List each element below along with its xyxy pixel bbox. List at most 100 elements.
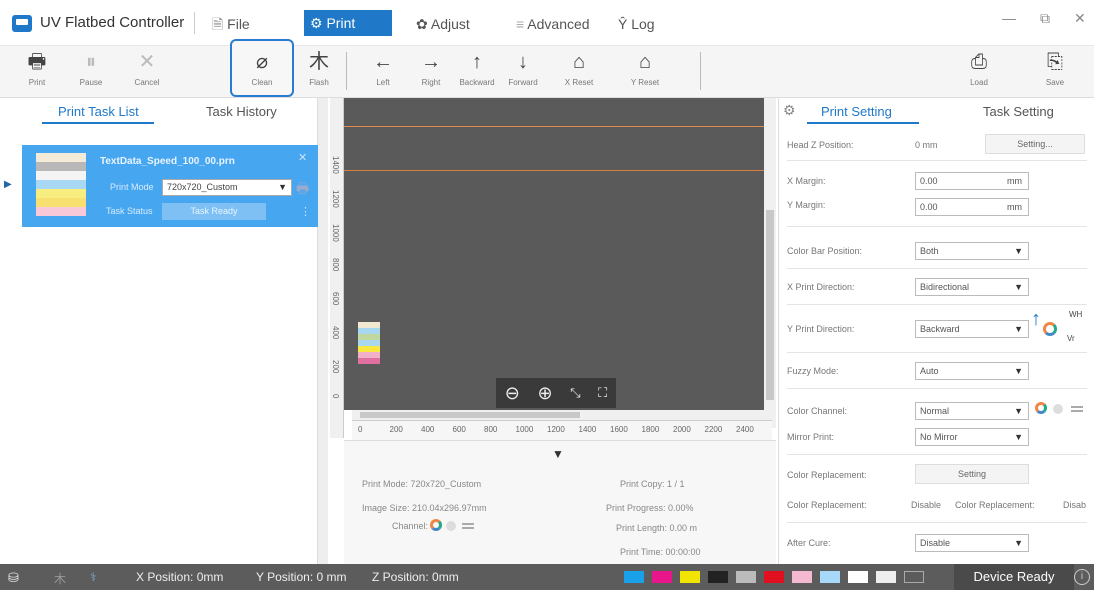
collapse-icon[interactable]: ▼ <box>552 447 564 461</box>
ruler-y-label: 400 <box>331 326 340 340</box>
info-icon[interactable]: i <box>1074 569 1090 585</box>
y-reset-button[interactable]: ⌂ Y Reset <box>624 48 666 96</box>
left-scrollbar[interactable] <box>318 98 328 564</box>
printer-icon[interactable]: 🖶 <box>296 178 309 202</box>
menu-advanced[interactable]: ≡ Advanced <box>516 14 590 34</box>
head-z-value: 0 mm <box>915 140 938 150</box>
save-button[interactable]: ⎘ Save <box>1034 48 1076 96</box>
y-margin-input[interactable]: 0.00 mm <box>915 198 1029 216</box>
thumbnail-stripe <box>36 207 86 216</box>
document-icon: 🗎 <box>212 16 228 32</box>
settings-panel: ⚙ Print Setting Task Setting Head Z Posi… <box>778 98 1094 564</box>
printer-icon: 🖶 <box>27 51 47 73</box>
info-print-length: Print Length: 0.00 m <box>616 523 698 533</box>
x-reset-button[interactable]: ⌂ X Reset <box>558 48 600 96</box>
white-channel-icon[interactable] <box>1053 404 1063 414</box>
forward-button[interactable]: ↓ Forward <box>502 48 544 96</box>
direction-arrow-icon: ↑ <box>1031 308 1041 330</box>
preview-stripe <box>358 358 380 364</box>
x-direction-select[interactable]: Bidirectional <box>915 278 1029 296</box>
device-status: Device Ready <box>954 564 1074 590</box>
x-margin-input[interactable]: 0.00 mm <box>915 172 1029 190</box>
print-mode-select[interactable]: 720x720_Custom <box>162 179 292 196</box>
backward-button[interactable]: ↑ Backward <box>456 48 498 96</box>
color-channel-icon[interactable] <box>1035 402 1047 414</box>
info-icon[interactable]: ⋮ <box>300 205 311 218</box>
settings-gear-icon[interactable]: ⚙ <box>783 102 796 119</box>
y-direction-select[interactable]: Backward <box>915 320 1029 338</box>
fit-icon[interactable]: ⤡ <box>570 385 580 401</box>
left-button[interactable]: ← Left <box>362 48 404 96</box>
after-cure-select[interactable]: Disable <box>915 534 1029 552</box>
clean-button[interactable]: ⌀ Clean <box>230 39 294 97</box>
remove-task-icon[interactable]: ✕ <box>298 151 307 164</box>
mirror-print-label: Mirror Print: <box>787 432 834 442</box>
thumbnail-stripe <box>36 180 86 189</box>
network-icon: ⛁ <box>8 570 19 585</box>
ruler-x-label: 1200 <box>547 425 565 434</box>
expand-arrow-icon[interactable]: ▶ <box>4 179 12 190</box>
fullscreen-icon[interactable]: ⛶ <box>598 385 607 401</box>
color-replacement-button[interactable]: Setting <box>915 464 1029 484</box>
color-order-icon <box>1043 322 1057 336</box>
tab-task-history[interactable]: Task History <box>206 104 277 119</box>
zoom-out-icon[interactable]: ⊖ <box>505 383 520 404</box>
ruler-x-label: 1600 <box>610 425 628 434</box>
tab-task-setting[interactable]: Task Setting <box>983 104 1054 119</box>
ink-swatch <box>904 571 924 583</box>
color-channel-icon[interactable] <box>430 519 442 531</box>
print-canvas[interactable] <box>344 98 764 410</box>
right-button[interactable]: → Right <box>410 48 452 96</box>
adjust-icon: ✿ <box>416 16 431 32</box>
canvas-hscroll-thumb[interactable] <box>360 412 580 418</box>
ruler-x-label: 1000 <box>515 425 534 434</box>
divider <box>787 522 1087 523</box>
tab-print-task-list[interactable]: Print Task List <box>58 104 139 119</box>
close-icon[interactable]: ✕ <box>1074 10 1086 27</box>
ink-swatch <box>820 571 840 583</box>
canvas-vscroll-thumb[interactable] <box>766 210 774 400</box>
ruler-x-label: 200 <box>389 425 403 434</box>
color-replacement-label-2: Color Replacement: <box>787 500 867 510</box>
ruler-y-label: 800 <box>331 258 340 272</box>
cancel-button[interactable]: ✕ Cancel <box>126 48 168 96</box>
ruler-x-label: 2000 <box>673 425 691 434</box>
app-title: UV Flatbed Controller <box>40 14 185 31</box>
flash-button[interactable]: ⽊ Flash <box>298 48 340 96</box>
white-channel-icon[interactable] <box>446 521 456 531</box>
fuzzy-mode-select[interactable]: Auto <box>915 362 1029 380</box>
restore-icon[interactable]: ⧉ <box>1040 10 1050 27</box>
load-icon: ⎙ <box>971 51 987 73</box>
print-button[interactable]: 🖶 Print <box>16 48 58 96</box>
minimize-icon[interactable]: — <box>1002 10 1016 26</box>
y-direction-label: Y Print Direction: <box>787 324 855 334</box>
divider <box>700 52 701 90</box>
clean-icon: ⌀ <box>255 51 269 73</box>
varnish-icon[interactable] <box>462 523 474 529</box>
menu-file[interactable]: 🗎 File <box>212 14 250 34</box>
task-panel: Print Task List Task History ▶ TextData_… <box>0 98 318 564</box>
menu-log[interactable]: Ŷ Log <box>618 14 655 34</box>
print-mode-label: Print Mode <box>110 182 154 192</box>
pin-icon: Ŷ <box>618 16 632 32</box>
tab-print-setting[interactable]: Print Setting <box>821 104 892 119</box>
color-channel-select[interactable]: Normal <box>915 402 1029 420</box>
load-button[interactable]: ⎙ Load <box>958 48 1000 96</box>
divider <box>787 352 1087 353</box>
head-z-setting-button[interactable]: Setting... <box>985 134 1085 154</box>
pause-button[interactable]: ⏸ Pause <box>70 48 112 96</box>
ink-swatch <box>680 571 700 583</box>
wh-label: WH <box>1069 310 1083 319</box>
task-item[interactable]: ▶ TextData_Speed_100_00.prn ✕ Print Mode… <box>4 145 318 227</box>
ruler-y-label: 1400 <box>331 156 340 174</box>
active-tab-indicator <box>807 122 919 124</box>
zoom-in-icon[interactable]: ⊕ <box>537 383 552 404</box>
menu-print[interactable]: ⚙ Print <box>304 10 392 36</box>
y-position: Y Position: 0 mm <box>256 570 347 584</box>
mirror-print-select[interactable]: No Mirror <box>915 428 1029 446</box>
menu-adjust[interactable]: ✿ Adjust <box>416 14 470 34</box>
color-bar-select[interactable]: Both <box>915 242 1029 260</box>
list-icon: ≡ <box>516 16 528 32</box>
varnish-icon[interactable] <box>1071 406 1083 412</box>
ink-swatch <box>792 571 812 583</box>
